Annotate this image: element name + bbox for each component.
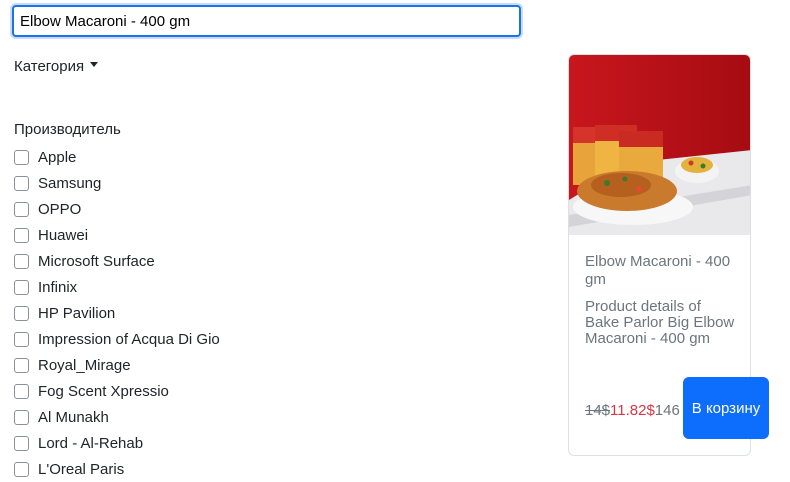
manufacturer-checkbox[interactable] [14, 175, 29, 191]
sale-price: 11.82$ [610, 402, 655, 419]
category-label: Категория [14, 58, 85, 75]
manufacturer-label: Al Munakh [38, 408, 109, 426]
manufacturer-label: Apple [38, 148, 77, 166]
manufacturer-checkbox[interactable] [14, 253, 29, 269]
manufacturer-item[interactable]: OPPO [14, 196, 220, 222]
manufacturer-item[interactable]: Samsung [14, 170, 220, 196]
manufacturer-label: HP Pavilion [38, 304, 116, 322]
manufacturer-checkbox[interactable] [14, 149, 29, 165]
manufacturer-label: Lord - Al-Rehab [38, 434, 144, 452]
manufacturer-item[interactable]: Impression of Acqua Di Gio [14, 326, 220, 352]
manufacturer-checkbox[interactable] [14, 201, 29, 217]
manufacturer-item[interactable]: Apple [14, 144, 220, 170]
manufacturer-label: Samsung [38, 174, 102, 192]
manufacturer-title: Производитель [14, 121, 121, 138]
manufacturer-checkbox[interactable] [14, 409, 29, 425]
manufacturer-label: Royal_Mirage [38, 356, 131, 374]
manufacturer-checkbox[interactable] [14, 383, 29, 399]
manufacturer-checkbox[interactable] [14, 435, 29, 451]
manufacturer-item[interactable]: HP Pavilion [14, 300, 220, 326]
manufacturer-item[interactable]: L'Oreal Paris [14, 456, 220, 482]
add-to-cart-button[interactable]: В корзину [683, 377, 769, 439]
manufacturer-item[interactable]: Al Munakh [14, 404, 220, 430]
old-price: 14$ [585, 402, 611, 419]
manufacturer-list: Apple Samsung OPPO Huawei Microsoft Surf… [14, 144, 220, 482]
manufacturer-item[interactable]: Fog Scent Xpressio [14, 378, 220, 404]
manufacturer-label: Fog Scent Xpressio [38, 382, 169, 400]
base-price: 146 [654, 402, 680, 419]
manufacturer-label: Huawei [38, 226, 89, 244]
product-description: Product details of Bake Parlor Big Elbow… [585, 298, 735, 347]
manufacturer-checkbox[interactable] [14, 279, 29, 295]
manufacturer-checkbox[interactable] [14, 331, 29, 347]
caret-down-icon [90, 62, 99, 67]
manufacturer-item[interactable]: Huawei [14, 222, 220, 248]
manufacturer-label: Microsoft Surface [38, 252, 155, 270]
manufacturer-label: Infinix [38, 278, 78, 296]
manufacturer-label: Impression of Acqua Di Gio [38, 330, 220, 348]
product-image[interactable] [569, 55, 751, 235]
search-input[interactable] [12, 5, 521, 37]
product-price: 14$11.82$146 [585, 402, 680, 419]
manufacturer-item[interactable]: Microsoft Surface [14, 248, 220, 274]
product-title[interactable]: Elbow Macaroni - 400 gm [585, 253, 735, 289]
manufacturer-label: L'Oreal Paris [38, 460, 125, 478]
manufacturer-checkbox[interactable] [14, 227, 29, 243]
manufacturer-checkbox[interactable] [14, 305, 29, 321]
manufacturer-item[interactable]: Royal_Mirage [14, 352, 220, 378]
manufacturer-checkbox[interactable] [14, 461, 29, 477]
manufacturer-item[interactable]: Infinix [14, 274, 220, 300]
manufacturer-checkbox[interactable] [14, 357, 29, 373]
category-dropdown[interactable]: Категория [14, 58, 99, 75]
manufacturer-label: OPPO [38, 200, 82, 218]
manufacturer-item[interactable]: Lord - Al-Rehab [14, 430, 220, 456]
